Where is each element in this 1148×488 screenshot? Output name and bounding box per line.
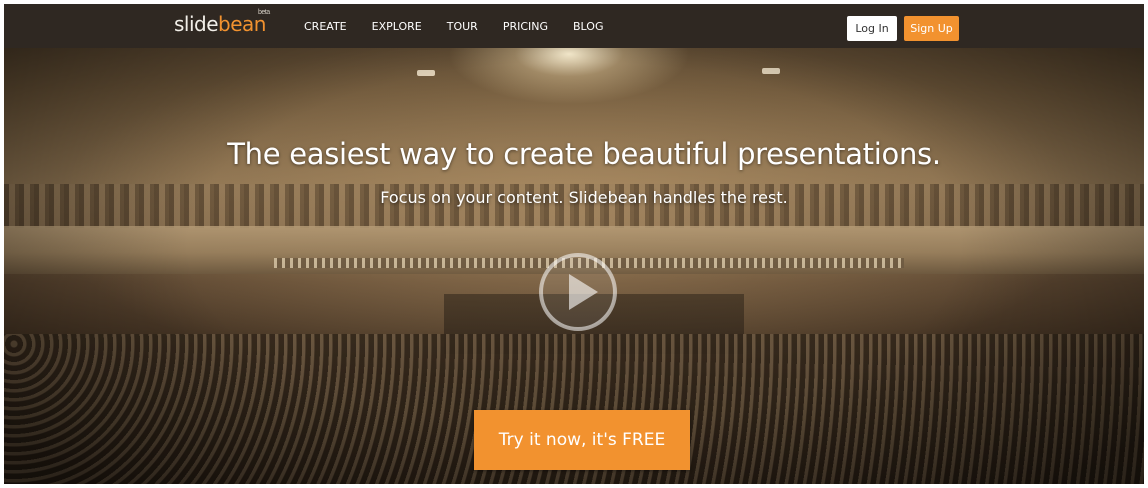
beta-badge: beta <box>258 9 270 16</box>
main-nav: CREATE EXPLORE TOUR PRICING BLOG <box>304 4 628 48</box>
nav-item-create[interactable]: CREATE <box>304 20 347 33</box>
login-button[interactable]: Log In <box>847 16 897 41</box>
play-video-button[interactable] <box>538 252 618 332</box>
slidebean-logo[interactable]: slidebean beta <box>174 9 270 40</box>
top-navbar: slidebean beta CREATE EXPLORE TOUR PRICI… <box>4 4 1144 48</box>
try-free-button[interactable]: Try it now, it's FREE <box>474 410 690 470</box>
signup-button[interactable]: Sign Up <box>904 16 959 41</box>
nav-item-tour[interactable]: TOUR <box>447 20 478 33</box>
play-icon <box>539 253 617 331</box>
nav-item-blog[interactable]: BLOG <box>573 20 603 33</box>
nav-item-explore[interactable]: EXPLORE <box>372 20 422 33</box>
logo-text-light: slide <box>174 12 219 36</box>
hero-subheadline: Focus on your content. Slidebean handles… <box>380 188 788 207</box>
hero-headline: The easiest way to create beautiful pres… <box>227 137 941 171</box>
nav-item-pricing[interactable]: PRICING <box>503 20 548 33</box>
landing-page: slidebean beta CREATE EXPLORE TOUR PRICI… <box>4 4 1144 484</box>
